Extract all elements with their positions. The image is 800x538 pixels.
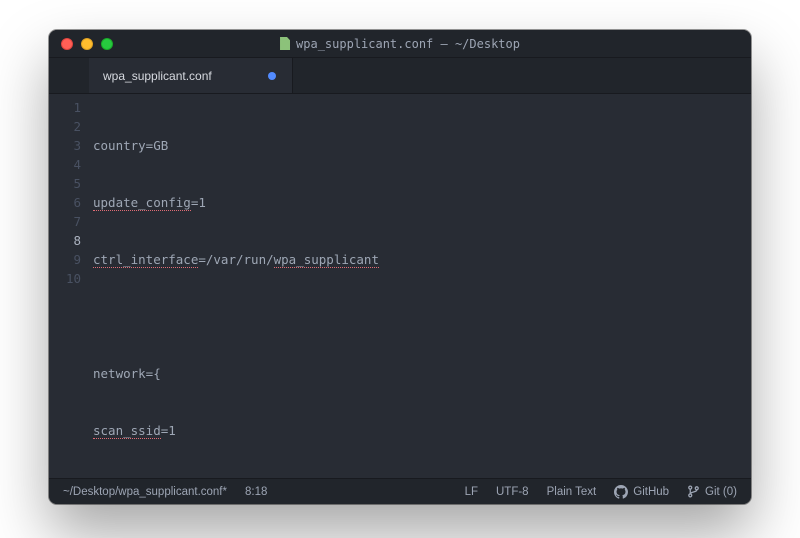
code-line: ctrl_interface=/var/run/wpa_supplicant (93, 250, 751, 269)
window-title: wpa_supplicant.conf — ~/Desktop (49, 37, 751, 51)
line-number: 8 (49, 231, 81, 250)
status-cursor[interactable]: 8:18 (245, 486, 267, 498)
window-title-text: wpa_supplicant.conf — ~/Desktop (296, 37, 520, 51)
code-line (93, 307, 751, 326)
titlebar[interactable]: wpa_supplicant.conf — ~/Desktop (49, 30, 751, 58)
editor-area[interactable]: 12345678910 country=GB update_config=1 c… (49, 94, 751, 478)
status-github[interactable]: GitHub (614, 485, 669, 499)
traffic-lights (49, 38, 113, 50)
line-number: 5 (49, 174, 81, 193)
line-number: 2 (49, 117, 81, 136)
line-number: 1 (49, 98, 81, 117)
status-grammar[interactable]: Plain Text (547, 486, 597, 498)
status-git[interactable]: Git (0) (687, 485, 737, 498)
code-line: network={ (93, 364, 751, 383)
code-line: update_config=1 (93, 193, 751, 212)
line-number: 10 (49, 269, 81, 288)
line-number: 3 (49, 136, 81, 155)
tab-file[interactable]: wpa_supplicant.conf (89, 58, 293, 93)
status-eol[interactable]: LF (465, 486, 478, 498)
gutter: 12345678910 (49, 94, 93, 478)
line-number: 6 (49, 193, 81, 212)
status-encoding[interactable]: UTF-8 (496, 486, 529, 498)
statusbar: ~/Desktop/wpa_supplicant.conf* 8:18 LF U… (49, 478, 751, 504)
github-icon (614, 485, 628, 499)
code-line: country=GB (93, 136, 751, 155)
code[interactable]: country=GB update_config=1 ctrl_interfac… (93, 94, 751, 478)
tab-spacer (49, 58, 89, 93)
minimize-icon[interactable] (81, 38, 93, 50)
status-git-label: Git (0) (705, 486, 737, 498)
line-number: 9 (49, 250, 81, 269)
zoom-icon[interactable] (101, 38, 113, 50)
editor-window: wpa_supplicant.conf — ~/Desktop wpa_supp… (49, 30, 751, 504)
tabbar[interactable]: wpa_supplicant.conf (49, 58, 751, 94)
line-number: 4 (49, 155, 81, 174)
dirty-indicator-icon (268, 72, 276, 80)
status-path[interactable]: ~/Desktop/wpa_supplicant.conf* (63, 486, 227, 498)
git-branch-icon (687, 485, 700, 498)
status-github-label: GitHub (633, 486, 669, 498)
close-icon[interactable] (61, 38, 73, 50)
tab-label: wpa_supplicant.conf (103, 69, 212, 83)
file-icon (280, 37, 290, 50)
code-line: scan_ssid=1 (93, 421, 751, 440)
line-number: 7 (49, 212, 81, 231)
